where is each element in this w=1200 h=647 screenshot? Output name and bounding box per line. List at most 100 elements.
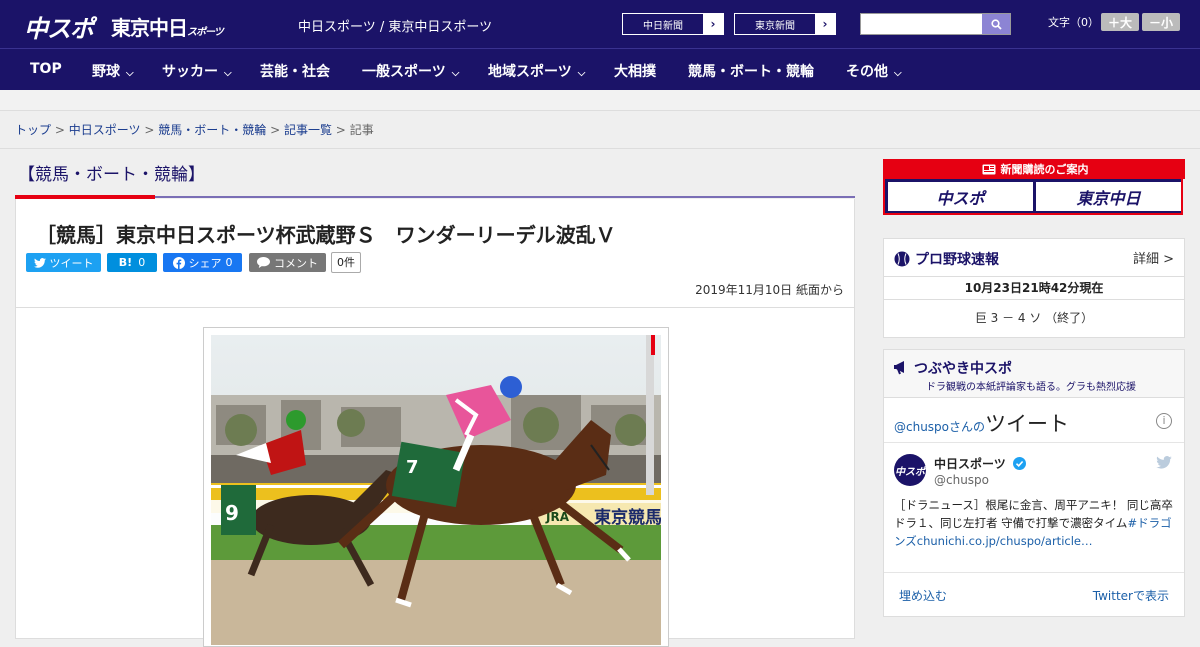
- hatena-icon: B!: [118, 256, 133, 269]
- nav-item-general-sports[interactable]: 一般スポーツ ⌵: [362, 61, 459, 81]
- font-smaller-button[interactable]: －小: [1142, 13, 1180, 31]
- tweet-label: ツイート: [49, 256, 94, 270]
- embed-link[interactable]: 埋め込む: [899, 587, 947, 604]
- tweets-by-label: @chuspoさんのツイート: [894, 408, 1069, 438]
- tweet-url-link[interactable]: chunichi.co.jp/chuspo/article…: [917, 534, 1093, 548]
- article-photo[interactable]: 東京競馬 JRA 9 7: [203, 327, 669, 647]
- nav-label: 一般スポーツ: [362, 64, 446, 80]
- baseball-detail-link[interactable]: 詳細 >: [1133, 248, 1174, 267]
- font-bigger-button[interactable]: ＋大: [1101, 13, 1139, 31]
- chevron-down-icon: ⌵: [451, 68, 460, 79]
- comment-count: 0件: [331, 252, 361, 273]
- nav-item-regional-sports[interactable]: 地域スポーツ ⌵: [488, 61, 585, 81]
- horse-race-image: 東京競馬 JRA 9 7: [211, 335, 661, 645]
- sub-strip: [0, 90, 1200, 111]
- nav-label: サッカー: [162, 64, 218, 80]
- view-on-twitter-link[interactable]: Twitterで表示: [1093, 587, 1169, 604]
- tokyo-shimbun-link[interactable]: 東京新聞 ›: [734, 13, 836, 35]
- font-size-label: 文字（0）: [1048, 16, 1099, 29]
- breadcrumb-separator: >: [144, 123, 155, 137]
- breadcrumb-separator: >: [54, 123, 65, 137]
- nav-item-racing[interactable]: 競馬・ボート・競輪: [688, 61, 814, 81]
- chevron-down-icon: ⌵: [224, 68, 232, 79]
- avatar[interactable]: 中スポ: [894, 454, 926, 486]
- tweet-button[interactable]: ツイート: [26, 253, 101, 272]
- speech-bubble-icon: [257, 257, 270, 268]
- nav-item-other[interactable]: その他 ⌵: [846, 61, 902, 81]
- hatena-button[interactable]: B! 0: [107, 253, 157, 272]
- divider: [16, 307, 854, 308]
- saddle-cloth-number: 9: [225, 501, 239, 525]
- site-name[interactable]: 中日スポーツ / 東京中日スポーツ: [298, 16, 492, 35]
- nav-item-top[interactable]: TOP: [30, 61, 62, 77]
- divider: [0, 148, 1200, 149]
- search-button[interactable]: [982, 14, 1010, 34]
- hatena-count: 0: [138, 256, 146, 269]
- twitter-widget-footer: 埋め込む Twitterで表示: [884, 572, 1184, 616]
- baseball-score[interactable]: 巨 3 － 4 ソ （終了）: [884, 309, 1184, 326]
- baseball-scores-widget: プロ野球速報 詳細 > 10月23日21時42分現在 巨 3 － 4 ソ （終了…: [883, 238, 1185, 338]
- baseball-timestamp: 10月23日21時42分現在: [884, 276, 1184, 300]
- baseball-icon: [894, 251, 910, 267]
- twitter-widget-header: つぶやき中スポ ドラ観戦の本紙評論家も語る。グラも熱烈応援: [884, 350, 1184, 398]
- tokyo-chunichi-logo[interactable]: 東京中日スポーツ: [111, 12, 224, 41]
- nav-label: 芸能・社会: [260, 64, 330, 80]
- facebook-label: シェア: [188, 256, 222, 270]
- megaphone-icon: [894, 361, 904, 375]
- nav-item-sumo[interactable]: 大相撲: [614, 61, 656, 81]
- tokyo-chunichi-logo-small: スポーツ: [187, 27, 224, 38]
- rail-sign-text: 東京競馬: [594, 507, 661, 528]
- subscribe-tokyo-chunichi-button[interactable]: 東京中日: [1036, 182, 1181, 211]
- twitter-bird-icon: [33, 257, 46, 268]
- breadcrumb-separator: >: [270, 123, 281, 137]
- chuspo-logo[interactable]: 中スポ: [24, 9, 94, 44]
- nav-label: 大相撲: [614, 64, 656, 80]
- chevron-down-icon: ⌵: [126, 68, 134, 79]
- category-underline: [155, 196, 855, 198]
- verified-badge-icon: [1012, 457, 1026, 470]
- breadcrumb-link-chuspo[interactable]: 中日スポーツ: [69, 123, 141, 137]
- article-headline: ［競馬］東京中日スポーツ杯武蔵野Ｓ ワンダーリーデル波乱Ｖ: [36, 223, 616, 247]
- breadcrumb-link-racing[interactable]: 競馬・ボート・競輪: [158, 123, 266, 137]
- breadcrumb: トップ > 中日スポーツ > 競馬・ボート・競輪 > 記事一覧 > 記事: [15, 121, 374, 138]
- facebook-count: 0: [225, 256, 233, 269]
- nav-label: その他: [846, 64, 888, 80]
- nav-item-entertainment[interactable]: 芸能・社会: [260, 61, 330, 81]
- breadcrumb-current: 記事: [349, 123, 374, 137]
- tweets-by-suffix: さんの: [949, 420, 986, 434]
- tokyo-chunichi-logo-text: 東京中日: [111, 16, 188, 40]
- search-icon: [990, 18, 1002, 30]
- chevron-down-icon: ⌵: [577, 68, 586, 79]
- article-date: 2019年11月10日 紙面から: [695, 283, 844, 297]
- chevron-right-icon: ›: [703, 14, 723, 34]
- facebook-share-button[interactable]: シェア 0: [163, 253, 242, 272]
- twitter-widget-title: つぶやき中スポ: [894, 358, 1012, 378]
- article-card: ［競馬］東京中日スポーツ杯武蔵野Ｓ ワンダーリーデル波乱Ｖ ツイート B! 0 …: [15, 199, 855, 647]
- header-bar: 中スポ 東京中日スポーツ 中日スポーツ / 東京中日スポーツ 中日新聞 › 東京新…: [0, 0, 1200, 48]
- search-box: [860, 13, 1011, 35]
- twitter-bird-icon[interactable]: [1156, 454, 1172, 473]
- comment-button[interactable]: コメント: [249, 253, 326, 272]
- chevron-right-icon: ›: [815, 14, 835, 34]
- chunichi-shimbun-link[interactable]: 中日新聞 ›: [622, 13, 724, 35]
- divider: [884, 442, 1184, 443]
- tweets-by-big: ツイート: [985, 412, 1070, 436]
- tweets-by-handle[interactable]: @chuspo: [894, 420, 949, 434]
- breadcrumb-link-top[interactable]: トップ: [15, 123, 51, 137]
- breadcrumb-separator: >: [335, 123, 346, 137]
- subscription-banner: 新聞購読のご案内 中スポ 東京中日: [883, 159, 1185, 215]
- nav-item-baseball[interactable]: 野球 ⌵: [92, 61, 134, 81]
- nav-item-soccer[interactable]: サッカー ⌵: [162, 61, 232, 81]
- tweet-author-name[interactable]: 中日スポーツ: [934, 455, 1026, 472]
- baseball-widget-title-text: プロ野球速報: [915, 252, 999, 268]
- saddle-cloth-number: 7: [406, 457, 419, 478]
- subscription-title[interactable]: 新聞購読のご案内: [885, 159, 1185, 179]
- tweet-author-handle[interactable]: @chuspo: [934, 473, 989, 487]
- subscribe-chuspo-button[interactable]: 中スポ: [888, 182, 1033, 211]
- search-input[interactable]: [861, 14, 982, 34]
- ext-link-label: 中日新聞: [643, 20, 683, 32]
- baseball-widget-title: プロ野球速報: [894, 249, 999, 269]
- breadcrumb-link-list[interactable]: 記事一覧: [284, 123, 332, 137]
- main-nav: TOP 野球 ⌵ サッカー ⌵ 芸能・社会 一般スポーツ ⌵ 地域スポーツ ⌵ 大相撲 …: [0, 48, 1200, 90]
- info-icon[interactable]: i: [1156, 413, 1172, 429]
